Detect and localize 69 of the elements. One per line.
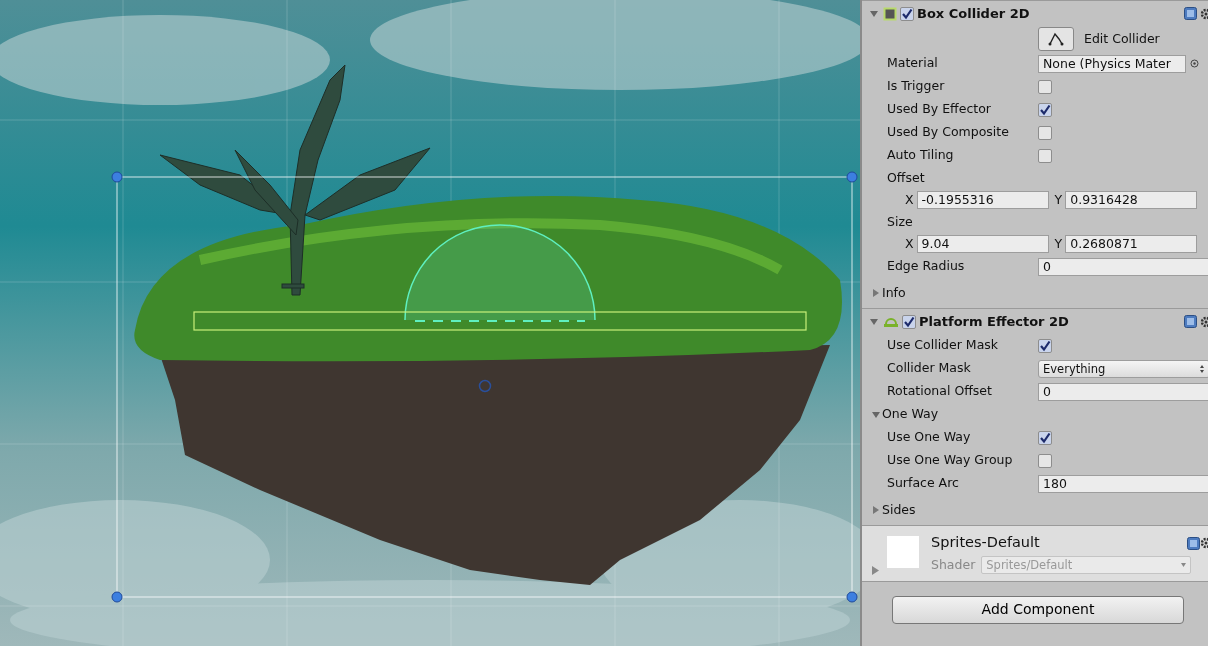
shape-edit-icon: [1048, 32, 1064, 46]
checkbox[interactable]: [1038, 102, 1052, 117]
axis-label: X: [905, 234, 914, 253]
field-label: Use One Way: [887, 428, 972, 447]
field-label: Is Trigger: [887, 77, 946, 96]
checkbox[interactable]: [1038, 125, 1052, 140]
field-label: Material: [887, 54, 939, 73]
axis-label: X: [905, 190, 914, 209]
foldout-arrow-icon[interactable]: [870, 9, 878, 18]
checkbox[interactable]: [1038, 148, 1052, 163]
settings-icon[interactable]: [1200, 7, 1208, 20]
field-label: Auto Tiling: [887, 146, 955, 165]
field-label: Edge Radius: [887, 257, 966, 276]
shader-label: Shader: [931, 555, 976, 574]
foldout-arrow-icon[interactable]: [872, 289, 880, 297]
field-label: Surface Arc: [887, 474, 960, 493]
object-picker-icon[interactable]: [1190, 59, 1199, 68]
foldout-label[interactable]: One Way: [882, 405, 939, 424]
object-field[interactable]: None (Physics Mater: [1038, 54, 1186, 73]
resize-handle[interactable]: [111, 171, 123, 183]
help-icon[interactable]: [1184, 315, 1197, 328]
material-name: Sprites-Default: [931, 533, 1040, 552]
dropdown-arrows-icon: [1199, 363, 1205, 374]
foldout-arrow-icon[interactable]: [870, 317, 878, 326]
component-title: Platform Effector 2D: [919, 312, 1069, 331]
number-field[interactable]: 0: [1038, 257, 1208, 276]
collider-icon: [883, 6, 897, 21]
number-field[interactable]: 0.2680871: [1065, 235, 1198, 253]
dropdown[interactable]: Everything: [1038, 359, 1208, 378]
add-component-button[interactable]: Add Component: [892, 595, 1184, 624]
field-label: Size: [887, 212, 913, 231]
foldout-arrow-icon[interactable]: [872, 506, 880, 514]
edit-collider-button[interactable]: [1038, 27, 1074, 51]
field-label: Offset: [887, 168, 925, 187]
field-label: Use One Way Group: [887, 451, 1014, 470]
axis-label: Y: [1054, 190, 1063, 209]
resize-handle[interactable]: [846, 591, 858, 603]
settings-icon[interactable]: [1200, 315, 1208, 328]
number-field[interactable]: -0.1955316: [916, 191, 1049, 209]
checkbox[interactable]: [902, 314, 916, 329]
foldout-arrow-icon[interactable]: [872, 565, 879, 575]
foldout-label[interactable]: Sides: [882, 500, 916, 520]
axis-label: Y: [1054, 234, 1063, 253]
checkbox[interactable]: [1038, 338, 1052, 353]
checkbox[interactable]: [1038, 430, 1052, 445]
material-preview-swatch: [887, 536, 919, 568]
checkbox[interactable]: [900, 6, 914, 21]
checkbox[interactable]: [1038, 453, 1052, 468]
number-field[interactable]: 0: [1038, 382, 1208, 401]
edit-collider-label: Edit Collider: [1084, 29, 1160, 48]
field-label: Collider Mask: [887, 359, 972, 378]
pivot-handle[interactable]: [478, 379, 492, 393]
field-label: Used By Effector: [887, 100, 992, 119]
resize-handle[interactable]: [111, 591, 123, 603]
effector-icon: [883, 315, 899, 328]
field-label: Use Collider Mask: [887, 336, 1000, 355]
number-field[interactable]: 9.04: [916, 235, 1049, 253]
help-icon[interactable]: [1184, 7, 1197, 20]
resize-handle[interactable]: [846, 171, 858, 183]
component-title: Box Collider 2D: [917, 4, 1030, 23]
foldout-arrow-icon[interactable]: [872, 410, 880, 419]
help-icon[interactable]: [1187, 536, 1200, 550]
number-field[interactable]: 0.9316428: [1065, 191, 1198, 209]
field-label: Used By Composite: [887, 123, 1010, 142]
field-label: Rotational Offset: [887, 382, 993, 401]
number-field[interactable]: 180: [1038, 474, 1208, 493]
foldout-label[interactable]: Info: [882, 283, 906, 303]
checkbox[interactable]: [1038, 79, 1052, 94]
dropdown-arrow-icon: [1181, 563, 1187, 568]
